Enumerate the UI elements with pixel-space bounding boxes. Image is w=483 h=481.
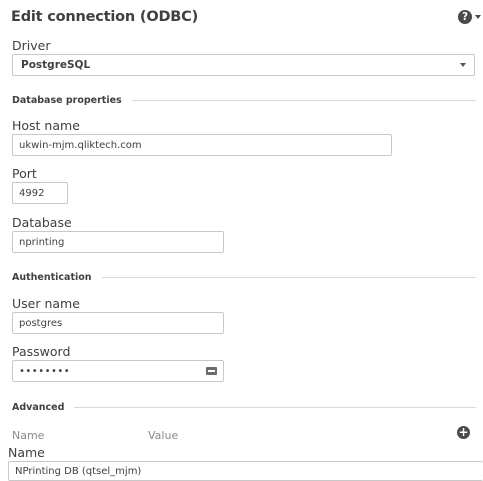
- dialog-title: Edit connection (ODBC): [11, 9, 199, 25]
- connection-name-label: Name: [8, 445, 45, 460]
- host-name-value: ukwin-mjm.qliktech.com: [19, 139, 142, 151]
- column-header-value: Value: [148, 429, 179, 439]
- password-value: ••••••••: [19, 365, 71, 377]
- connection-name-input[interactable]: NPrinting DB (qtsel_mjm): [8, 461, 483, 481]
- connection-name-panel: Name NPrinting DB (qtsel_mjm): [0, 441, 483, 481]
- help-menu-button[interactable]: ?: [458, 8, 482, 26]
- port-label: Port: [12, 166, 37, 181]
- driver-selected-value: PostgreSQL: [21, 59, 91, 71]
- section-heading: Database properties: [12, 95, 122, 106]
- section-heading: Authentication: [12, 272, 92, 283]
- divider: [131, 100, 476, 101]
- divider: [101, 277, 476, 278]
- advanced-table-header: Name Value: [0, 425, 483, 439]
- database-input[interactable]: nprinting: [12, 231, 224, 253]
- database-label: Database: [12, 215, 72, 230]
- driver-label: Driver: [12, 38, 51, 53]
- database-value: nprinting: [19, 236, 65, 248]
- divider: [74, 407, 476, 408]
- section-advanced: Advanced: [12, 402, 476, 413]
- section-authentication: Authentication: [12, 272, 476, 283]
- password-label: Password: [12, 344, 71, 359]
- host-label: Host name: [12, 118, 80, 133]
- key-icon[interactable]: [206, 367, 217, 375]
- username-value: postgres: [19, 317, 63, 329]
- port-value: 4992: [19, 187, 45, 199]
- driver-select[interactable]: PostgreSQL: [12, 54, 475, 76]
- chevron-down-icon: [475, 15, 481, 19]
- chevron-down-icon: [460, 63, 466, 67]
- column-header-name: Name: [12, 429, 45, 439]
- plus-circle-icon[interactable]: +: [457, 426, 470, 439]
- username-input[interactable]: postgres: [12, 312, 224, 334]
- section-heading: Advanced: [12, 402, 65, 413]
- port-input[interactable]: 4992: [12, 182, 68, 204]
- section-database-properties: Database properties: [12, 95, 476, 106]
- password-input[interactable]: ••••••••: [12, 360, 224, 382]
- host-name-input[interactable]: ukwin-mjm.qliktech.com: [12, 134, 392, 156]
- username-label: User name: [12, 296, 80, 311]
- question-circle-icon: ?: [458, 10, 472, 24]
- connection-name-value: NPrinting DB (qtsel_mjm): [15, 465, 142, 477]
